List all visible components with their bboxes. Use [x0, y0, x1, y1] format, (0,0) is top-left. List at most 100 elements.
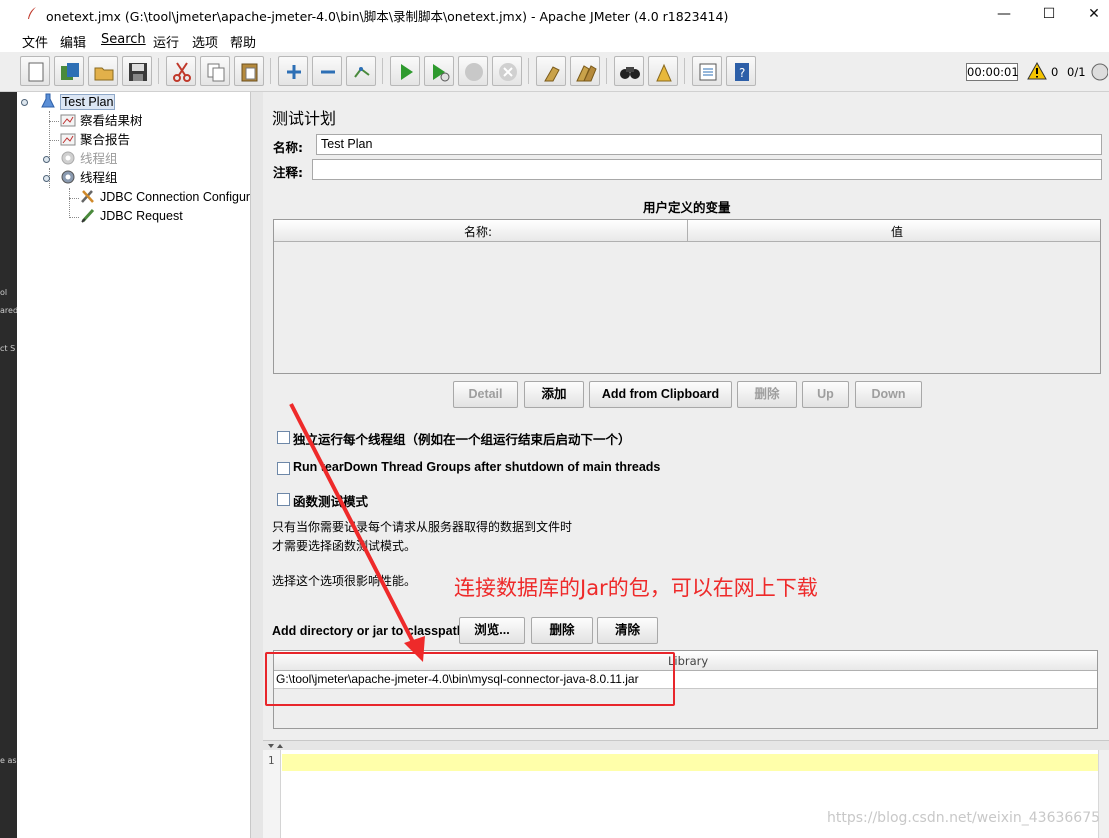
tree-node-thread-group[interactable]: 线程组 — [60, 169, 118, 188]
menu-edit[interactable]: 编辑 — [60, 32, 86, 51]
tree-node-jdbc-connection-config[interactable]: JDBC Connection Configur — [80, 188, 250, 207]
start-button[interactable] — [390, 56, 420, 86]
new-button[interactable] — [20, 56, 50, 86]
shutdown-button[interactable] — [492, 56, 522, 86]
reset-search-icon — [656, 63, 672, 82]
toolbar-separator — [684, 58, 685, 84]
jmeter-feather-icon — [28, 7, 36, 19]
warning-count: 0 — [1051, 65, 1059, 79]
background-window-strip: ol ared ct S e as — [0, 92, 17, 838]
tree-guide — [49, 111, 50, 159]
listener-icon — [60, 114, 76, 127]
menu-help[interactable]: 帮助 — [230, 32, 256, 51]
toolbar-separator — [528, 58, 529, 84]
function-helper-button[interactable] — [692, 56, 722, 86]
stop-button[interactable] — [458, 56, 488, 86]
watermark: https://blog.csdn.net/weixin_43636675 — [827, 810, 1101, 826]
clear-all-button[interactable] — [570, 56, 600, 86]
open-button[interactable] — [88, 56, 118, 86]
menu-file[interactable]: 文件 — [22, 32, 48, 51]
tree-expander[interactable] — [43, 175, 50, 182]
test-plan-tree: Test Plan 察看结果树 聚合报告 线程组 线程组 JDBC Connec… — [17, 92, 251, 838]
search-icon — [620, 67, 640, 79]
current-line-highlight — [282, 754, 1098, 771]
start-icon — [401, 64, 413, 80]
close-button[interactable]: ✕ — [1071, 0, 1109, 28]
active-threads-count: 0/1 — [1067, 65, 1086, 79]
copy-button[interactable] — [200, 56, 230, 86]
log-viewer[interactable]: 1 https://blog.csdn.net/weixin_43636675 — [263, 750, 1109, 838]
strip-text: ared — [0, 306, 17, 315]
expand-button[interactable] — [278, 56, 308, 86]
toolbar-separator — [382, 58, 383, 84]
thread-group-icon — [61, 151, 75, 165]
test-plan-panel: 测试计划 名称: Test Plan 注释: 用户定义的变量 名称: 值 Det… — [263, 92, 1109, 740]
tree-node-test-plan[interactable]: Test Plan — [40, 93, 116, 112]
tree-guide — [49, 121, 59, 122]
templates-icon — [61, 63, 79, 80]
collapse-button[interactable] — [312, 56, 342, 86]
save-button[interactable] — [122, 56, 152, 86]
toggle-button[interactable] — [346, 56, 376, 86]
cut-button[interactable] — [166, 56, 196, 86]
test-plan-icon — [41, 93, 55, 108]
panel-splitter[interactable] — [251, 92, 263, 838]
toggle-icon — [354, 67, 370, 78]
tree-expander[interactable] — [43, 156, 50, 163]
toolbar-separator — [158, 58, 159, 84]
elapsed-timer: 00:00:01 — [966, 63, 1019, 81]
new-icon — [28, 62, 44, 82]
tree-node-jdbc-request[interactable]: JDBC Request — [80, 207, 183, 226]
sampler-icon — [81, 208, 95, 223]
tree-guide — [49, 140, 59, 141]
cut-icon — [173, 62, 191, 82]
log-splitter[interactable] — [263, 740, 1109, 750]
shutdown-icon — [499, 63, 517, 81]
paste-button[interactable] — [234, 56, 264, 86]
strip-text: ct S — [0, 344, 16, 353]
help-button[interactable]: ? — [726, 56, 756, 86]
splitter-arrows-icon[interactable] — [267, 743, 287, 749]
line-number: 1 — [268, 755, 275, 767]
minimize-button[interactable]: — — [981, 0, 1027, 28]
annotation-arrow — [289, 403, 425, 662]
title-bar: onetext.jmx (G:\tool\jmeter\apache-jmete… — [0, 0, 1109, 28]
tree-expander[interactable] — [21, 99, 28, 106]
stop-icon — [465, 63, 483, 81]
strip-text: e as — [0, 756, 17, 765]
tree-node-thread-group-disabled[interactable]: 线程组 — [60, 150, 118, 169]
start-no-pause-icon — [433, 64, 450, 82]
tree-node-aggregate-report[interactable]: 聚合报告 — [60, 131, 130, 150]
tree-guide — [69, 188, 70, 218]
clear-button[interactable] — [536, 56, 566, 86]
warning-icon[interactable] — [1027, 62, 1047, 80]
toolbar: ? 00:00:01 0 0/1 — [0, 52, 1109, 92]
tree-node-view-results-tree[interactable]: 察看结果树 — [60, 112, 143, 131]
menu-run[interactable]: 运行 — [153, 32, 179, 51]
clear-all-icon — [576, 65, 597, 82]
reset-search-button[interactable] — [648, 56, 678, 86]
start-no-pause-button[interactable] — [424, 56, 454, 86]
collapse-icon — [321, 70, 335, 74]
save-icon — [129, 63, 147, 81]
listener-icon — [60, 133, 76, 146]
templates-button[interactable] — [54, 56, 84, 86]
menu-options[interactable]: 选项 — [192, 32, 218, 51]
remote-status-icon — [1091, 63, 1108, 81]
menu-search[interactable]: Search — [101, 32, 146, 47]
copy-icon — [207, 63, 225, 82]
window-title: onetext.jmx (G:\tool\jmeter\apache-jmete… — [46, 9, 729, 24]
expand-icon — [287, 65, 301, 79]
menu-bar: 文件 编辑 Search 运行 选项 帮助 — [0, 28, 1109, 52]
help-icon: ? — [735, 63, 749, 81]
line-gutter: 1 — [263, 750, 281, 838]
search-button[interactable] — [614, 56, 644, 86]
tree-guide — [69, 198, 79, 199]
maximize-button[interactable]: ☐ — [1026, 0, 1072, 28]
thread-group-icon — [61, 170, 75, 184]
toolbar-separator — [606, 58, 607, 84]
svg-text:?: ? — [739, 66, 745, 80]
open-icon — [94, 67, 114, 81]
toolbar-separator — [270, 58, 271, 84]
function-helper-icon — [699, 63, 717, 81]
